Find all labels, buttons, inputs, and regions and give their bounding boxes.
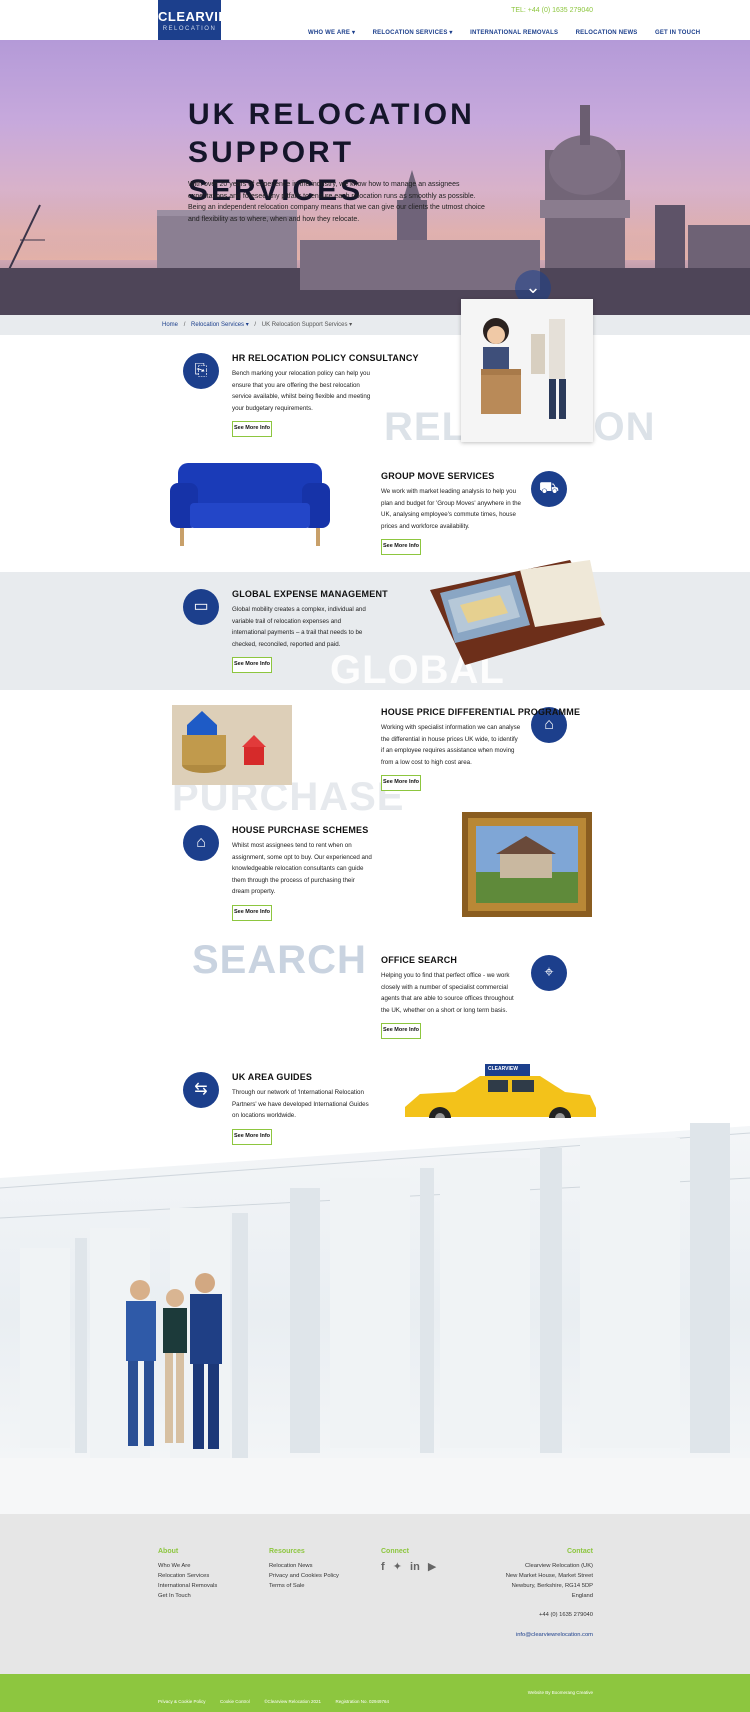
breadcrumb-current[interactable]: UK Relocation Support Services ▾ — [262, 322, 352, 328]
footer-link-privacy-cookies[interactable]: Privacy and Cookies Policy — [269, 1571, 339, 1581]
nav-international-removals[interactable]: INTERNATIONAL REMOVALS — [470, 30, 558, 36]
service-title: GROUP MOVE SERVICES — [381, 471, 495, 481]
business-team-office-image — [0, 1118, 750, 1514]
footer-link-terms-of-sale[interactable]: Terms of Sale — [269, 1581, 339, 1591]
service-description: Whilst most assignees tend to rent when … — [232, 842, 372, 895]
footer-about-heading: About — [158, 1548, 179, 1555]
address-line: Newbury, Berkshire, RG14 5DP — [511, 1583, 593, 1589]
cookie-control-link[interactable]: Cookie Control — [220, 1699, 250, 1704]
breadcrumb: Home / Relocation Services ▾ / UK Reloca… — [0, 315, 750, 335]
footer-link-international-removals[interactable]: International Removals — [158, 1581, 217, 1591]
breadcrumb-separator: / — [183, 322, 186, 328]
hero-intro-text: With over 20 years of experience in the … — [188, 181, 485, 223]
service-description: Through our network of 'International Re… — [232, 1089, 369, 1119]
nav-relocation-services[interactable]: RELOCATION SERVICES ▾ — [373, 30, 453, 36]
nav-get-in-touch[interactable]: GET IN TOUCH — [655, 30, 700, 36]
address-line: Clearview Relocation (UK) — [525, 1563, 593, 1569]
address-line: New Market House, Market Street — [505, 1573, 593, 1579]
nav-relocation-news[interactable]: RELOCATION NEWS — [576, 30, 638, 36]
breadcrumb-home[interactable]: Home — [162, 322, 178, 328]
location-building-icon: ⌖ — [531, 955, 567, 991]
houses-on-coins-image — [172, 705, 292, 785]
house-price-more-info-button[interactable]: See More Info — [381, 775, 421, 791]
footer-link-who-we-are[interactable]: Who We Are — [158, 1561, 217, 1571]
logo-wordmark: CLEARVIEW — [158, 9, 241, 24]
service-title: HR RELOCATION POLICY CONSULTANCY — [232, 353, 419, 363]
footer-link-relocation-services[interactable]: Relocation Services — [158, 1571, 217, 1581]
site-header: CLEARVIEW RELOCATION TEL: +44 (0) 1635 2… — [0, 0, 750, 40]
breadcrumb-relocation-services[interactable]: Relocation Services ▾ — [191, 322, 249, 328]
group-move-more-info-button[interactable]: See More Info — [381, 539, 421, 555]
blue-sofa-image — [170, 453, 330, 553]
service-title: GLOBAL EXPENSE MANAGEMENT — [232, 589, 388, 599]
footer-address: Clearview Relocation (UK) New Market Hou… — [506, 1561, 593, 1601]
signpost-icon: ⇆ — [183, 1072, 219, 1108]
footer-about-links: Who We Are Relocation Services Internati… — [158, 1561, 217, 1601]
hero-banner: UK RELOCATION SUPPORT SERVICES With over… — [0, 40, 750, 315]
website-credit-link[interactable]: Website By Boomerang Creative — [528, 1690, 593, 1695]
hr-policy-more-info-button[interactable]: See More Info — [232, 421, 272, 437]
expense-management-more-info-button[interactable]: See More Info — [232, 657, 272, 673]
footer-link-get-in-touch[interactable]: Get In Touch — [158, 1591, 217, 1601]
footer-resources-links: Relocation News Privacy and Cookies Poli… — [269, 1561, 339, 1591]
footer-email[interactable]: info@clearviewrelocation.com — [516, 1630, 593, 1640]
footer-resources-heading: Resources — [269, 1548, 305, 1555]
service-description: Bench marking your relocation policy can… — [232, 370, 371, 412]
site-logo[interactable]: CLEARVIEW RELOCATION — [158, 0, 241, 40]
service-description: Helping you to find that perfect office … — [381, 972, 514, 1014]
social-icons: f ✦ in ▶ — [381, 1560, 436, 1573]
house-purchase-more-info-button[interactable]: See More Info — [232, 905, 272, 921]
breadcrumb-separator: / — [254, 322, 257, 328]
address-line: England — [571, 1593, 593, 1599]
policy-document-icon: ⎘ — [183, 353, 219, 389]
wallet-with-euros-image — [420, 555, 610, 670]
framed-house-painting-image — [462, 812, 592, 917]
office-search-more-info-button[interactable]: See More Info — [381, 1023, 421, 1039]
house-sign-icon: ⌂ — [183, 825, 219, 861]
service-title: OFFICE SEARCH — [381, 955, 458, 965]
girl-carrying-box-image — [461, 299, 593, 442]
taxi-sign-text: CLEARVIEW — [488, 1066, 518, 1072]
footer-connect-heading: Connect — [381, 1548, 409, 1555]
header-telephone[interactable]: TEL: +44 (0) 1635 279040 — [511, 7, 593, 14]
linkedin-icon[interactable]: in — [410, 1561, 420, 1573]
youtube-icon[interactable]: ▶ — [428, 1561, 436, 1573]
area-guides-more-info-button[interactable]: See More Info — [232, 1129, 272, 1145]
service-description: We work with market leading analysis to … — [381, 488, 521, 530]
moving-truck-icon: ⛟ — [531, 471, 567, 507]
footer-bottom-bar: Privacy & Cookie Policy Cookie Control ©… — [0, 1674, 750, 1712]
service-description: Working with specialist information we c… — [381, 724, 521, 766]
footer-link-relocation-news[interactable]: Relocation News — [269, 1561, 339, 1571]
service-description: Global mobility creates a complex, indiv… — [232, 606, 366, 648]
main-nav: WHO WE ARE ▾ RELOCATION SERVICES ▾ INTER… — [308, 21, 713, 36]
facebook-icon[interactable]: f — [381, 1561, 385, 1573]
wallet-icon: ▭ — [183, 589, 219, 625]
nav-who-we-are[interactable]: WHO WE ARE ▾ — [308, 30, 355, 36]
privacy-cookie-policy-link[interactable]: Privacy & Cookie Policy — [158, 1699, 206, 1704]
watermark-search: SEARCH — [192, 938, 367, 982]
footer-contact-heading: Contact — [566, 1548, 593, 1555]
copyright-text: ©Clearview Relocation 2021 — [264, 1699, 322, 1704]
twitter-icon[interactable]: ✦ — [393, 1561, 402, 1573]
service-title: HOUSE PURCHASE SCHEMES — [232, 825, 369, 835]
service-title: UK AREA GUIDES — [232, 1072, 313, 1082]
footer-phone[interactable]: +44 (0) 1635 279040 — [539, 1610, 593, 1620]
service-title: HOUSE PRICE DIFFERENTIAL PROGRAMME — [381, 707, 581, 717]
registration-number: Registration No. 02949764 — [335, 1699, 390, 1704]
site-footer: About Who We Are Relocation Services Int… — [0, 1514, 750, 1674]
logo-tagline: RELOCATION — [162, 26, 217, 32]
